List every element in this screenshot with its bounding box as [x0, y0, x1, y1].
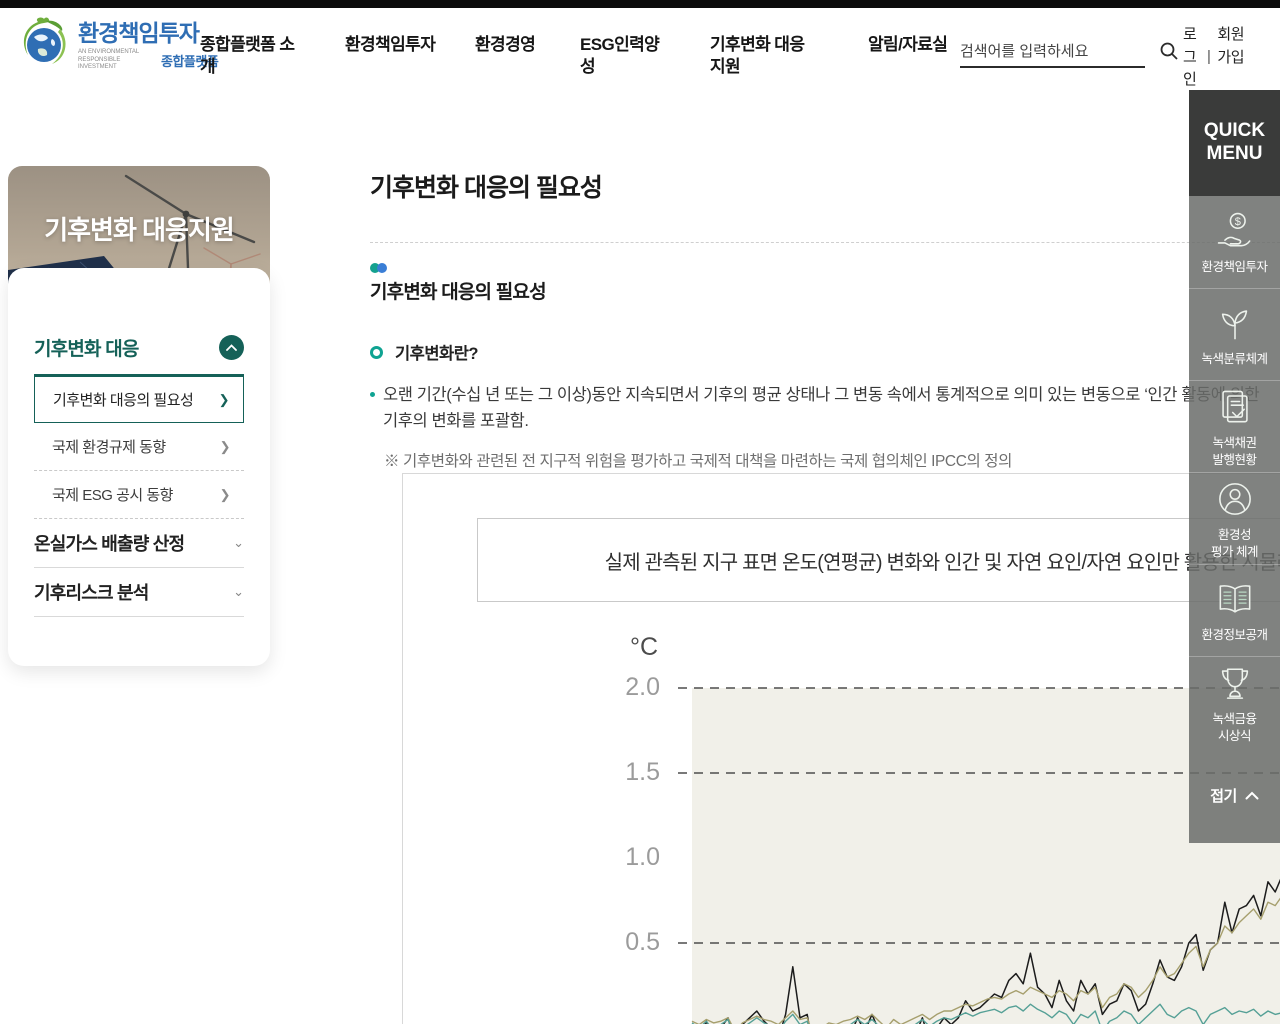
divider: [34, 616, 244, 617]
body-paragraph: 오랜 기간(수십 년 또는 그 이상)동안 지속되면서 기후의 평균 상태나 그…: [383, 382, 1275, 435]
document-check-icon: [1213, 385, 1257, 429]
sidebar-section-label: 기후리스크 분석: [34, 579, 149, 605]
open-book-icon: [1213, 577, 1257, 621]
quick-menu-panel: QUICK MENU $ 환경책임투자 녹색분류체계: [1189, 90, 1280, 843]
chevron-up-icon[interactable]: [219, 335, 244, 360]
quick-menu-body: $ 환경책임투자 녹색분류체계 녹색채권 발행현황: [1189, 196, 1280, 843]
quickmenu-item-label: 녹색분류체계: [1201, 351, 1267, 368]
top-black-strip: [0, 0, 1280, 8]
chevron-right-icon: ❯: [219, 392, 229, 408]
header: 환경책임투자 AN ENVIRONMENTAL RESPONSIBLE INVE…: [0, 8, 1280, 90]
quickmenu-item-green-taxonomy[interactable]: 녹색분류체계: [1189, 288, 1280, 380]
nav-item-esg-training[interactable]: ESG인력양성: [580, 34, 662, 79]
y-axis-unit-label: °C: [630, 633, 658, 662]
quickmenu-collapse-button[interactable]: 접기: [1189, 748, 1280, 843]
sidebar-section-climate-risk[interactable]: 기후리스크 분석 ⌄: [34, 568, 244, 616]
divider: [370, 242, 1280, 243]
login-link[interactable]: 로그인: [1183, 24, 1200, 92]
section-title: 기후변화 대응의 필요성: [370, 277, 1280, 304]
quickmenu-item-green-finance-awards[interactable]: 녹색금융 시상식: [1189, 656, 1280, 748]
person-icon: [1213, 477, 1257, 521]
signup-link[interactable]: 회원가입: [1217, 24, 1253, 92]
quickmenu-item-label: 환경정보공개: [1201, 627, 1267, 644]
quickmenu-item-label: 녹색금융 시상식: [1212, 711, 1256, 745]
sidebar-menu: 기후변화 대응 기후변화 대응의 필요성 ❯ 국제 환경규제 동향 ❯ 국제 E…: [8, 268, 270, 666]
sprout-icon: [1213, 301, 1257, 345]
page-title: 기후변화 대응의 필요성: [370, 168, 1280, 204]
quickmenu-item-environmental-assessment[interactable]: 환경성 평가 체계: [1189, 472, 1280, 564]
sidebar-item-intl-regulation[interactable]: 국제 환경규제 동향 ❯: [34, 423, 244, 470]
chevron-up-icon: [1245, 791, 1259, 800]
chevron-down-icon: ⌄: [233, 535, 244, 551]
logo-title: 환경책임투자: [78, 14, 218, 48]
sidebar-item-label: 기후변화 대응의 필요성: [53, 389, 193, 410]
nav-item-responsible-investment[interactable]: 환경책임투자: [345, 34, 437, 56]
main-content: 기후변화 대응의 필요성 기후변화 대응의 필요성 기후변화란? 오랜 기간(수…: [370, 160, 1280, 471]
search-box: [960, 36, 1145, 68]
section-bullet-dots: [370, 263, 392, 273]
quickmenu-item-label: 녹색채권 발행현황: [1212, 435, 1256, 469]
auth-links: 로그인 | 회원가입: [1183, 24, 1253, 92]
quickmenu-item-environmental-disclosure[interactable]: 환경정보공개: [1189, 564, 1280, 656]
sidebar-section-climate-response[interactable]: 기후변화 대응: [34, 334, 244, 361]
sidebar-banner-title: 기후변화 대응지원: [8, 210, 270, 247]
globe-leaf-logo-icon: [16, 15, 72, 71]
chevron-right-icon: ❯: [220, 439, 230, 455]
question-title: 기후변화란?: [395, 340, 478, 364]
quick-menu-title[interactable]: QUICK MENU: [1189, 90, 1280, 196]
sidebar-item-label: 국제 환경규제 동향: [52, 436, 166, 457]
search-icon[interactable]: [1159, 41, 1179, 61]
trophy-icon: [1213, 661, 1257, 705]
hand-coin-icon: $: [1213, 209, 1257, 253]
nav-item-platform-intro[interactable]: 종합플랫폼 소개: [200, 34, 296, 79]
collapse-label: 접기: [1210, 785, 1237, 806]
figure-title: 실제 관측된 지구 표면 온도(연평균) 변화와 인간 및 자연 요인/자연 요…: [605, 546, 1280, 575]
logo-subtitle-en: AN ENVIRONMENTAL RESPONSIBLE INVESTMENT: [78, 49, 156, 72]
sidebar-section-label: 기후변화 대응: [34, 334, 139, 361]
sidebar-section-ghg-emissions[interactable]: 온실가스 배출량 산정 ⌄: [34, 519, 244, 567]
reference-note: ※ 기후변화와 관련된 전 지구적 위험을 평가하고 국제적 대책을 마련하는 …: [384, 449, 1280, 471]
chevron-down-icon: ⌄: [233, 584, 244, 600]
quickmenu-item-responsible-investment[interactable]: $ 환경책임투자: [1189, 196, 1280, 288]
nav-item-environmental-management[interactable]: 환경경영: [475, 34, 539, 56]
chevron-right-icon: ❯: [220, 487, 230, 503]
auth-separator: |: [1207, 46, 1210, 92]
sidebar-item-necessity[interactable]: 기후변화 대응의 필요성 ❯: [34, 376, 244, 423]
quickmenu-item-label: 환경성 평가 체계: [1211, 527, 1258, 561]
search-input[interactable]: [960, 43, 1159, 60]
quickmenu-item-green-bond[interactable]: 녹색채권 발행현황: [1189, 380, 1280, 472]
svg-text:$: $: [1234, 216, 1240, 228]
sidebar-section-label: 온실가스 배출량 산정: [34, 530, 184, 556]
quickmenu-item-label: 환경책임투자: [1201, 259, 1267, 276]
nav-item-notice-archive[interactable]: 알림/자료실: [868, 34, 948, 56]
nav-item-climate-support[interactable]: 기후변화 대응 지원: [710, 34, 810, 79]
figure-title-box: 실제 관측된 지구 표면 온도(연평균) 변화와 인간 및 자연 요인/자연 요…: [477, 518, 1280, 602]
ring-bullet-icon: [370, 346, 383, 359]
dot-bullet-icon: [370, 392, 375, 397]
sidebar-item-label: 국제 ESG 공시 동향: [52, 484, 173, 505]
sidebar-item-intl-esg-disclosure[interactable]: 국제 ESG 공시 동향 ❯: [34, 471, 244, 518]
site-logo[interactable]: 환경책임투자 AN ENVIRONMENTAL RESPONSIBLE INVE…: [16, 14, 218, 72]
